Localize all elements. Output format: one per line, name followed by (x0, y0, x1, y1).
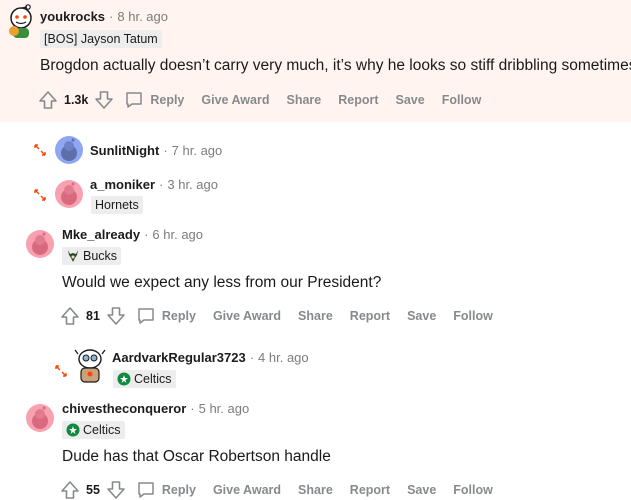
reddit-avatar-icon (61, 182, 77, 205)
downvote-icon[interactable] (106, 480, 126, 500)
reddit-avatar-icon (74, 349, 106, 383)
celtics-logo-icon (117, 372, 131, 386)
separator-dot: · (163, 143, 168, 158)
comment-bubble-icon (126, 92, 143, 108)
avatar[interactable] (6, 4, 36, 38)
expand-thread-icon[interactable] (33, 188, 47, 202)
give-award-button[interactable]: Give Award (213, 309, 281, 323)
comment-author[interactable]: chivestheconqueror (62, 401, 186, 416)
downvote-icon[interactable] (94, 90, 114, 110)
avatar[interactable] (26, 230, 54, 258)
save-button[interactable]: Save (407, 309, 436, 323)
reply-button[interactable]: Reply (136, 480, 196, 500)
flair-text: Celtics (134, 372, 172, 386)
comment-body: Would we expect any less from our Presid… (62, 274, 382, 291)
user-flair: [BOS] Jayson Tatum (40, 30, 162, 48)
vote-score: 81 (86, 309, 100, 323)
separator-dot: · (109, 9, 114, 24)
comment-mke-already: Mke_already · 6 hr. ago Bucks Would we e… (0, 224, 631, 334)
vote-score: 55 (86, 483, 100, 497)
flair-text: Celtics (83, 423, 121, 437)
comment-timestamp[interactable]: 8 hr. ago (117, 9, 168, 24)
reply-button[interactable]: Reply (136, 306, 196, 326)
follow-button[interactable]: Follow (442, 93, 482, 107)
separator-dot: · (190, 401, 195, 416)
share-button[interactable]: Share (298, 483, 333, 497)
flair-text: [BOS] Jayson Tatum (44, 32, 158, 46)
celtics-logo-icon (66, 423, 80, 437)
comment-author[interactable]: SunlitNight (90, 143, 159, 158)
comment-body: Brogdon actually doesn’t carry very much… (40, 57, 631, 74)
avatar[interactable] (55, 136, 83, 164)
avatar[interactable] (74, 346, 106, 386)
comment-sunlitnight: SunlitNight · 7 hr. ago (0, 133, 631, 169)
reply-label: Reply (150, 93, 185, 107)
user-flair: Bucks (62, 247, 122, 265)
save-button[interactable]: Save (407, 483, 436, 497)
comment-chivestheconqueror: chivestheconqueror · 5 hr. ago Celtics D… (0, 398, 631, 500)
upvote-icon[interactable] (60, 306, 80, 326)
give-award-button[interactable]: Give Award (201, 93, 269, 107)
report-button[interactable]: Report (350, 483, 390, 497)
reply-label: Reply (161, 483, 196, 497)
separator-dot: · (249, 350, 255, 365)
vote-score: 1.3k (64, 93, 89, 107)
comment-timestamp[interactable]: 6 hr. ago (152, 227, 203, 242)
upvote-icon[interactable] (60, 480, 80, 500)
separator-dot: · (144, 227, 149, 242)
save-button[interactable]: Save (396, 93, 425, 107)
downvote-icon[interactable] (106, 306, 126, 326)
comment-body: Dude has that Oscar Robertson handle (62, 448, 331, 465)
user-flair: Hornets (91, 196, 143, 214)
reply-button[interactable]: Reply (124, 90, 184, 110)
share-button[interactable]: Share (298, 309, 333, 323)
share-button[interactable]: Share (286, 93, 321, 107)
avatar[interactable] (26, 404, 54, 432)
comment-bubble-icon (138, 308, 154, 324)
reddit-avatar-icon (61, 138, 77, 161)
expand-thread-icon[interactable] (54, 364, 68, 378)
separator-dot: · (159, 177, 164, 192)
flair-text: Hornets (95, 198, 139, 212)
comment-bubble-icon (138, 482, 154, 498)
flair-text: Bucks (83, 249, 118, 263)
comment-a-moniker: a_moniker · 3 hr. ago Hornets (0, 175, 631, 215)
comment-author[interactable]: youkrocks (40, 9, 105, 24)
reddit-avatar-icon (32, 232, 48, 255)
reddit-avatar-icon (9, 4, 32, 38)
comment-author[interactable]: AardvarkRegular3723 (112, 350, 246, 365)
user-flair: Celtics (62, 421, 125, 439)
upvote-icon[interactable] (38, 90, 58, 110)
comment-timestamp[interactable]: 3 hr. ago (167, 177, 218, 192)
report-button[interactable]: Report (338, 93, 378, 107)
reply-label: Reply (161, 309, 196, 323)
comment-aardvarkregular3723: AardvarkRegular3723 · 4 hr. ago Celtics (0, 342, 631, 392)
comment-timestamp[interactable]: 7 hr. ago (172, 143, 223, 158)
expand-thread-icon[interactable] (33, 143, 47, 157)
follow-button[interactable]: Follow (453, 309, 493, 323)
comment-author[interactable]: Mke_already (62, 227, 140, 242)
comment-timestamp[interactable]: 5 hr. ago (199, 401, 250, 416)
bucks-logo-icon (68, 250, 78, 262)
report-button[interactable]: Report (350, 309, 390, 323)
user-flair: Celtics (113, 370, 176, 388)
avatar[interactable] (55, 180, 83, 208)
follow-button[interactable]: Follow (453, 483, 493, 497)
comment-actions: 55 Reply Give Award Share Report Save Fo… (60, 478, 510, 500)
comment-author[interactable]: a_moniker (90, 177, 155, 192)
reddit-avatar-icon (32, 406, 48, 429)
comment-actions: 1.3k Reply Give Award Share Report Save … (38, 88, 498, 112)
comment-timestamp[interactable]: 4 hr. ago (258, 350, 309, 365)
comment-actions: 81 Reply Give Award Share Report Save Fo… (60, 304, 510, 328)
give-award-button[interactable]: Give Award (213, 483, 281, 497)
comment-youkrocks: youkrocks · 8 hr. ago [BOS] Jayson Tatum… (0, 0, 631, 122)
